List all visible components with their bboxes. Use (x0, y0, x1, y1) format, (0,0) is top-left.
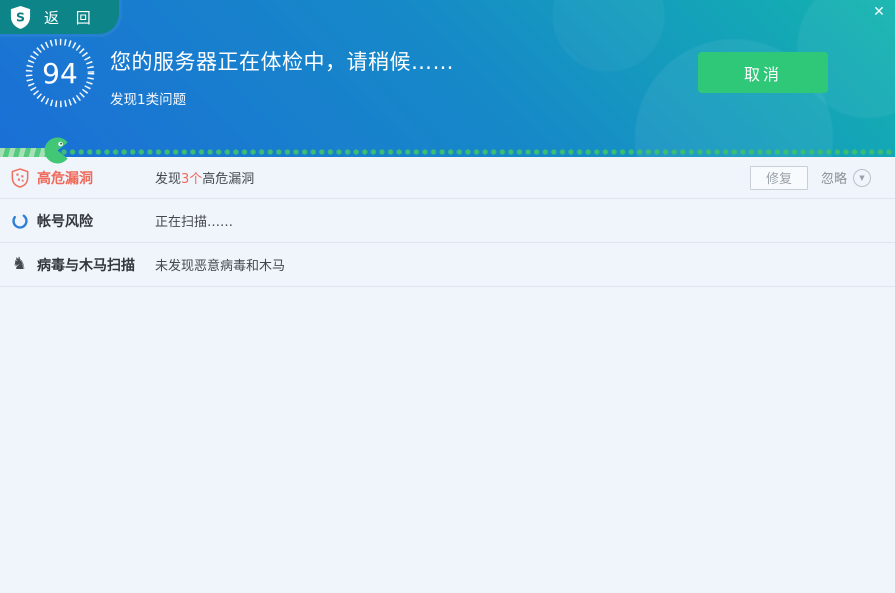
scanning-spinner-icon (9, 212, 30, 230)
back-button-label: 返 回 (44, 7, 97, 28)
status-count-highlight: 3个 (181, 172, 202, 187)
ignore-button[interactable]: 忽略 (821, 168, 847, 187)
scan-row-vulnerability: 高危漏洞 发现3个高危漏洞 修复 忽略 ▼ (0, 157, 895, 199)
fix-button[interactable]: 修复 (750, 166, 808, 190)
scan-result-list: 高危漏洞 发现3个高危漏洞 修复 忽略 ▼ 帐号风险 正在扫描…… ♞ 病毒与木… (0, 157, 895, 287)
scan-status-title: 您的服务器正在体检中，请稍候…… (110, 46, 454, 76)
ignore-dropdown-icon[interactable]: ▼ (853, 169, 871, 187)
close-icon[interactable]: ✕ (870, 3, 888, 21)
scan-row-virus-trojan: ♞ 病毒与木马扫描 未发现恶意病毒和木马 (0, 243, 895, 287)
scan-item-label: 病毒与木马扫描 (37, 255, 155, 275)
back-button[interactable]: S 返 回 (0, 0, 119, 34)
scan-item-status: 正在扫描…… (155, 211, 233, 230)
scan-item-label: 帐号风险 (37, 211, 155, 231)
horse-glyph: ♞ (12, 256, 27, 273)
scan-item-status: 发现3个高危漏洞 (155, 168, 254, 187)
trojan-horse-icon: ♞ (9, 256, 30, 273)
issues-found-subtitle: 发现1类问题 (110, 88, 454, 108)
pacman-progress-icon (44, 137, 71, 164)
cancel-button[interactable]: 取消 (698, 52, 828, 93)
scan-row-account-risk: 帐号风险 正在扫描…… (0, 199, 895, 243)
scan-progress-bar (0, 147, 895, 157)
scan-item-status: 未发现恶意病毒和木马 (155, 255, 285, 274)
row-actions: 修复 忽略 ▼ (750, 166, 871, 190)
scan-item-label: 高危漏洞 (37, 168, 155, 188)
vulnerability-shield-icon (9, 168, 30, 188)
logo-letter: S (16, 9, 25, 24)
health-score-gauge: 94 (24, 37, 96, 109)
status-suffix: 高危漏洞 (202, 172, 254, 187)
title-block: 您的服务器正在体检中，请稍候…… 发现1类问题 (110, 46, 454, 108)
header-banner: S 返 回 ✕ 94 您的服务器正在体检中，请稍候…… 发现1类问题 取消 (0, 0, 895, 157)
status-prefix: 发现 (155, 172, 181, 187)
chevron-down-icon: ▼ (859, 174, 864, 182)
health-score-value: 94 (24, 37, 96, 109)
app-shield-logo: S (9, 5, 32, 30)
progress-dots (60, 148, 895, 156)
app-window: S 返 回 ✕ 94 您的服务器正在体检中，请稍候…… 发现1类问题 取消 (0, 0, 895, 593)
